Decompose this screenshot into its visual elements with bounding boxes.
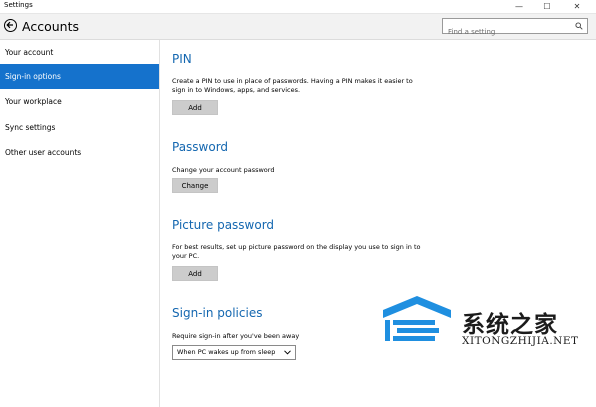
page-title: Accounts: [22, 19, 79, 34]
back-arrow-icon[interactable]: [4, 19, 17, 32]
minimize-icon[interactable]: —: [505, 0, 533, 13]
title-bar: Settings — ☐ ✕: [0, 0, 596, 14]
password-heading: Password: [172, 140, 229, 154]
pin-description: Create a PIN to use in place of password…: [172, 77, 413, 94]
password-change-button[interactable]: Change: [172, 178, 218, 193]
picture-password-description: For best results, set up picture passwor…: [172, 243, 421, 260]
password-description: Change your account password: [172, 166, 275, 174]
sidebar-item-other-user-accounts[interactable]: Other user accounts: [0, 140, 159, 165]
window-title: Settings: [4, 1, 33, 9]
sidebar-item-sync-settings[interactable]: Sync settings: [0, 115, 159, 140]
sidebar-item-your-workplace[interactable]: Your workplace: [0, 89, 159, 114]
pin-add-button[interactable]: Add: [172, 100, 218, 115]
search-box[interactable]: [442, 18, 588, 39]
sidebar: Your account Sign-in options Your workpl…: [0, 40, 160, 407]
page-header: Accounts: [0, 14, 596, 40]
close-icon[interactable]: ✕: [563, 0, 591, 13]
sign-in-policy-dropdown[interactable]: When PC wakes up from sleep: [172, 345, 296, 360]
pin-heading: PIN: [172, 52, 192, 66]
dropdown-selected-value: When PC wakes up from sleep: [177, 348, 276, 356]
search-input[interactable]: [443, 25, 578, 39]
maximize-icon[interactable]: ☐: [533, 0, 561, 13]
sidebar-item-sign-in-options[interactable]: Sign-in options: [0, 64, 159, 89]
sign-in-policies-heading: Sign-in policies: [172, 306, 263, 320]
chevron-down-icon: [284, 350, 291, 355]
sidebar-item-your-account[interactable]: Your account: [0, 40, 159, 65]
picture-password-heading: Picture password: [172, 218, 275, 232]
watermark-url: XITONGZHIJIA.NET: [462, 335, 579, 347]
picture-password-add-button[interactable]: Add: [172, 266, 218, 281]
search-icon[interactable]: [575, 22, 583, 30]
watermark-text: 系统之家: [462, 312, 558, 338]
